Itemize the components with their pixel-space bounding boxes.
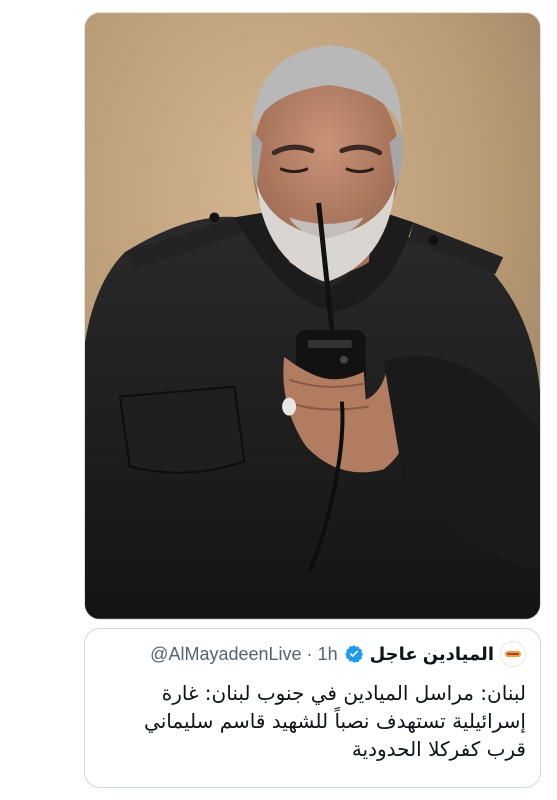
tweet-page: الميادين عاجل @AlMayadeenLive · 1h لبنان…	[0, 0, 557, 800]
quoted-tweet[interactable]: الميادين عاجل @AlMayadeenLive · 1h لبنان…	[84, 628, 541, 788]
user-handle[interactable]: @AlMayadeenLive	[150, 644, 301, 664]
avatar[interactable]	[500, 641, 526, 667]
tweet-photo[interactable]	[84, 12, 541, 620]
quoted-tweet-text: لبنان: مراسل الميادين في جنوب لبنان: غار…	[144, 681, 526, 761]
timestamp[interactable]: 1h	[318, 644, 338, 664]
quoted-tweet-header: الميادين عاجل @AlMayadeenLive · 1h	[99, 641, 526, 667]
display-name[interactable]: الميادين عاجل	[370, 644, 494, 665]
separator-dot: ·	[306, 643, 313, 664]
avatar-logo-icon	[502, 643, 524, 665]
verified-badge-icon	[344, 645, 363, 663]
handle-and-time[interactable]: @AlMayadeenLive · 1h	[150, 644, 337, 665]
photo-illustration	[85, 13, 540, 619]
